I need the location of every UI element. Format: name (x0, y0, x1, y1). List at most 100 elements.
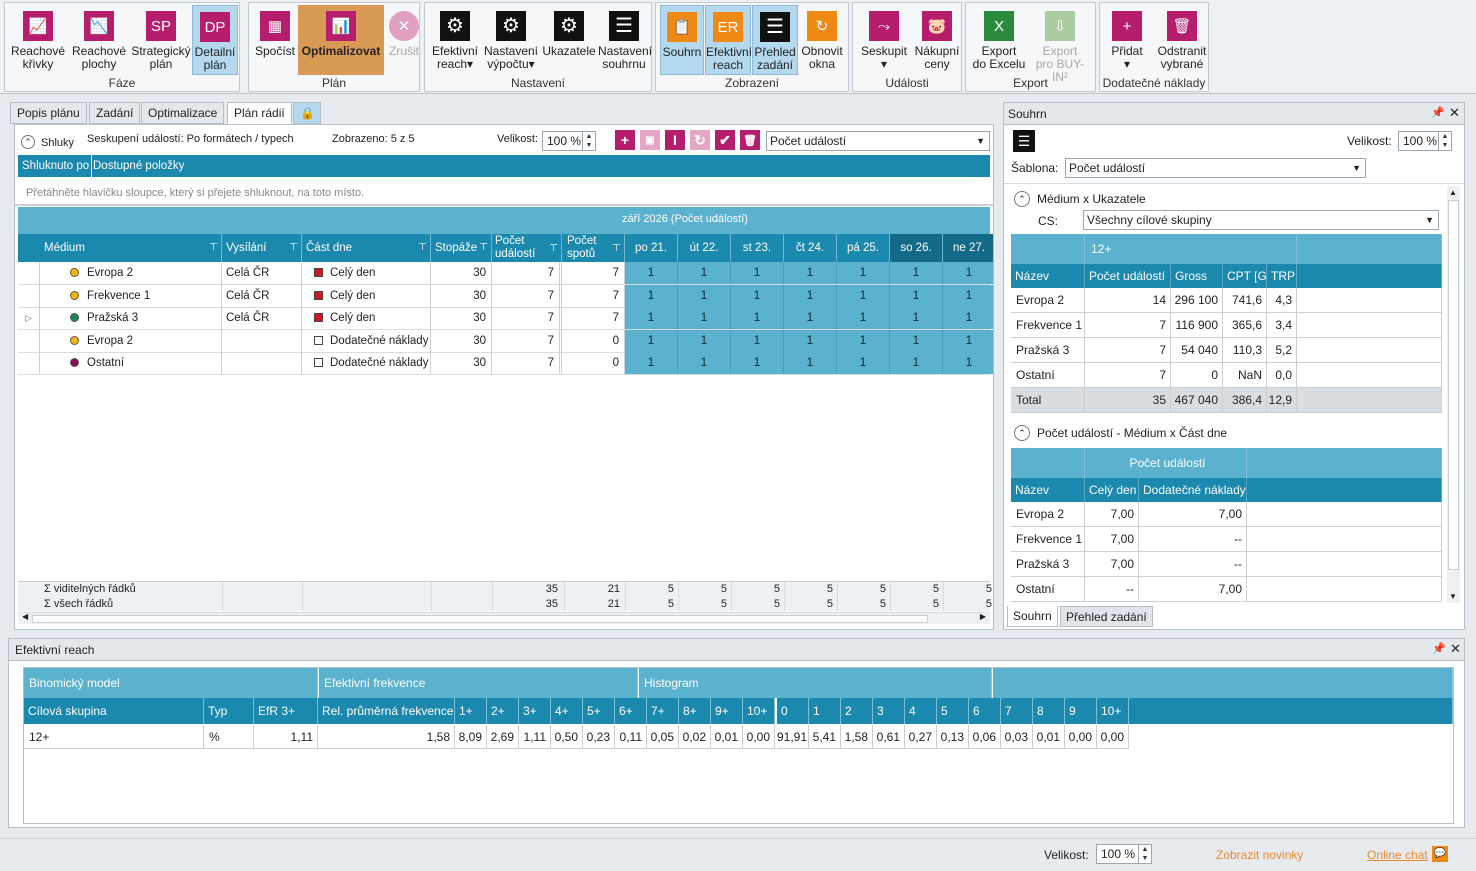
day-cell[interactable]: 1 (625, 329, 678, 352)
check-icon[interactable]: ✔ (715, 130, 735, 150)
summary-col-header[interactable]: Dodatečné náklady (1139, 478, 1247, 502)
trash-icon[interactable]: 🗑 (740, 130, 760, 150)
day-cell[interactable]: 1 (890, 262, 943, 284)
metric-select[interactable]: Počet událostí ▼ (766, 131, 990, 151)
tab-popis-planu[interactable]: Popis plánu (10, 102, 87, 124)
day-cell[interactable]: 1 (943, 262, 993, 284)
col-pocet-udalosti[interactable]: Počet událostí ⊤ (492, 234, 562, 262)
col-pocet-spotu[interactable]: Počet spotů ⊤ (564, 234, 625, 262)
filter-icon[interactable]: ⊤ (418, 234, 427, 262)
ribbon-button-efektivní-reach[interactable]: ER Efektivní reach (705, 5, 752, 75)
ribbon-button-optimalizovat[interactable]: 📊 Optimalizovat (298, 5, 384, 75)
collapse-icon[interactable]: ⌃ (1014, 191, 1030, 207)
collapse-icon[interactable]: ⌃ (1014, 425, 1030, 441)
day-cell[interactable]: 1 (678, 307, 731, 329)
scroll-thumb[interactable] (32, 615, 928, 623)
close-icon[interactable]: ✕ (1450, 641, 1461, 657)
chat-link[interactable]: Online chat (1367, 848, 1428, 862)
ribbon-button-spočíst[interactable]: ▦ Spočíst (253, 5, 297, 75)
save-icon[interactable]: ▣ (640, 130, 660, 150)
day-cell[interactable]: 1 (625, 307, 678, 329)
day-cell[interactable]: 1 (678, 284, 731, 307)
cs-select[interactable]: Všechny cílové skupiny ▼ (1083, 210, 1439, 230)
er-freq-header[interactable]: 3+ (519, 698, 551, 724)
day-cell[interactable]: 1 (837, 262, 890, 284)
day-cell[interactable]: 1 (731, 307, 784, 329)
day-cell[interactable]: 1 (731, 262, 784, 284)
day-cell[interactable]: 1 (943, 307, 993, 329)
day-cell[interactable]: 1 (678, 262, 731, 284)
day-cell[interactable]: 1 (784, 284, 837, 307)
filter-icon[interactable]: ⊤ (549, 242, 558, 255)
day-cell[interactable]: 1 (784, 352, 837, 374)
er-hist-header[interactable]: 9 (1065, 698, 1097, 724)
col-day[interactable]: po 21. (625, 234, 678, 262)
table-row[interactable]: Ostatní Dodatečné náklady 30 7 0 1 1 1 1 1 1 1 (18, 352, 993, 375)
col-day[interactable]: čt 24. (784, 234, 837, 262)
filter-icon[interactable]: ⊤ (209, 234, 218, 262)
summary-col-header[interactable]: CPT [G] (1223, 264, 1267, 288)
er-freq-header[interactable]: 6+ (615, 698, 647, 724)
ribbon-button-souhrn[interactable]: 📋 Souhrn (660, 5, 704, 75)
day-cell[interactable]: 1 (890, 329, 943, 352)
tab-zadani[interactable]: Zadání (89, 102, 141, 124)
table-row[interactable]: Frekvence 1 Celá ČR Celý den 30 7 7 1 1 1 1 1 1 1 (18, 284, 993, 308)
day-cell[interactable]: 1 (784, 262, 837, 284)
tab-souhrn[interactable]: Souhrn (1007, 606, 1058, 627)
scroll-thumb[interactable] (1448, 200, 1459, 570)
refresh-icon[interactable]: ↻ (690, 130, 710, 150)
souhrn-size-spinner[interactable]: 100 % ▲ ▼ (1398, 131, 1452, 151)
ribbon-button-zrušit[interactable]: ✕ Zrušit (385, 5, 423, 75)
er-freq-header[interactable]: 2+ (487, 698, 519, 724)
summary-settings-icon[interactable]: ☰ (1013, 130, 1035, 152)
summary-col-header[interactable]: Název (1011, 478, 1085, 502)
ribbon-button-reachové-křivky[interactable]: 📈 Reachové křivky (9, 5, 67, 75)
ribbon-button-strategický-plán[interactable]: SP Strategický plán (131, 5, 191, 75)
filter-icon[interactable]: ⊤ (289, 234, 298, 262)
er-hist-header[interactable]: 10+ (1097, 698, 1129, 724)
er-hist-header[interactable]: 1 (809, 698, 841, 724)
collapse-icon[interactable]: ⌃ (21, 135, 35, 149)
er-hist-header[interactable]: 5 (937, 698, 969, 724)
er-freq-header[interactable]: 8+ (679, 698, 711, 724)
filter-icon[interactable]: ⊤ (612, 242, 621, 255)
summary-col-header[interactable]: Celý den (1085, 478, 1139, 502)
ribbon-button-nastavení-souhrnu[interactable]: ☰ Nastavení souhrnu (598, 5, 652, 75)
day-cell[interactable]: 1 (731, 284, 784, 307)
size-spinner[interactable]: 100 % ▲ ▼ (542, 131, 596, 151)
ribbon-button-nastavení-výpočtu-[interactable]: ⚙ Nastavení výpočtu▾ (482, 5, 540, 75)
day-cell[interactable]: 1 (784, 307, 837, 329)
day-cell[interactable]: 1 (890, 307, 943, 329)
summary-col-header[interactable]: TRP (1267, 264, 1297, 288)
col-cast-dne[interactable]: Část dne ⊤ (302, 234, 431, 262)
er-freq-header[interactable]: 1+ (455, 698, 487, 724)
tab-prehled-zadani[interactable]: Přehled zadání (1060, 606, 1153, 627)
summary-col-header[interactable]: Gross (1171, 264, 1223, 288)
col-vysilani[interactable]: Vysílání ⊤ (222, 234, 302, 262)
er-freq-header[interactable]: 10+ (743, 698, 775, 724)
er-freq-header[interactable]: 5+ (583, 698, 615, 724)
day-cell[interactable]: 1 (784, 329, 837, 352)
er-hist-header[interactable]: 8 (1033, 698, 1065, 724)
lock-icon[interactable]: 🔒 (293, 102, 321, 124)
table-row[interactable]: Evropa 2 Dodatečné náklady 30 7 0 1 1 1 1 1 1 1 (18, 329, 993, 353)
er-hist-header[interactable]: 3 (873, 698, 905, 724)
col-day[interactable]: st 23. (731, 234, 784, 262)
day-cell[interactable]: 1 (837, 284, 890, 307)
day-cell[interactable]: 1 (943, 352, 993, 374)
day-cell[interactable]: 1 (837, 307, 890, 329)
day-cell[interactable]: 1 (837, 352, 890, 374)
news-link[interactable]: Zobrazit novinky (1216, 848, 1303, 862)
col-medium[interactable]: Médium ⊤ (40, 234, 222, 262)
pin-icon[interactable]: 📌 (1432, 642, 1446, 655)
day-cell[interactable]: 1 (731, 329, 784, 352)
er-col-header[interactable]: Cílová skupina (24, 698, 204, 724)
tab-plan-radii[interactable]: Plán rádií (227, 102, 292, 124)
er-col-header[interactable]: Rel. průměrná frekvence (318, 698, 455, 724)
ribbon-button-export-pro-buy-in-[interactable]: ⇩ Export pro BUY-IN² (1029, 5, 1091, 84)
day-cell[interactable]: 1 (837, 329, 890, 352)
day-cell[interactable]: 1 (625, 352, 678, 374)
er-freq-header[interactable]: 7+ (647, 698, 679, 724)
ribbon-button-efektivní-reach-[interactable]: ⚙ Efektivní reach▾ (429, 5, 481, 75)
er-col-header[interactable]: Typ (204, 698, 254, 724)
